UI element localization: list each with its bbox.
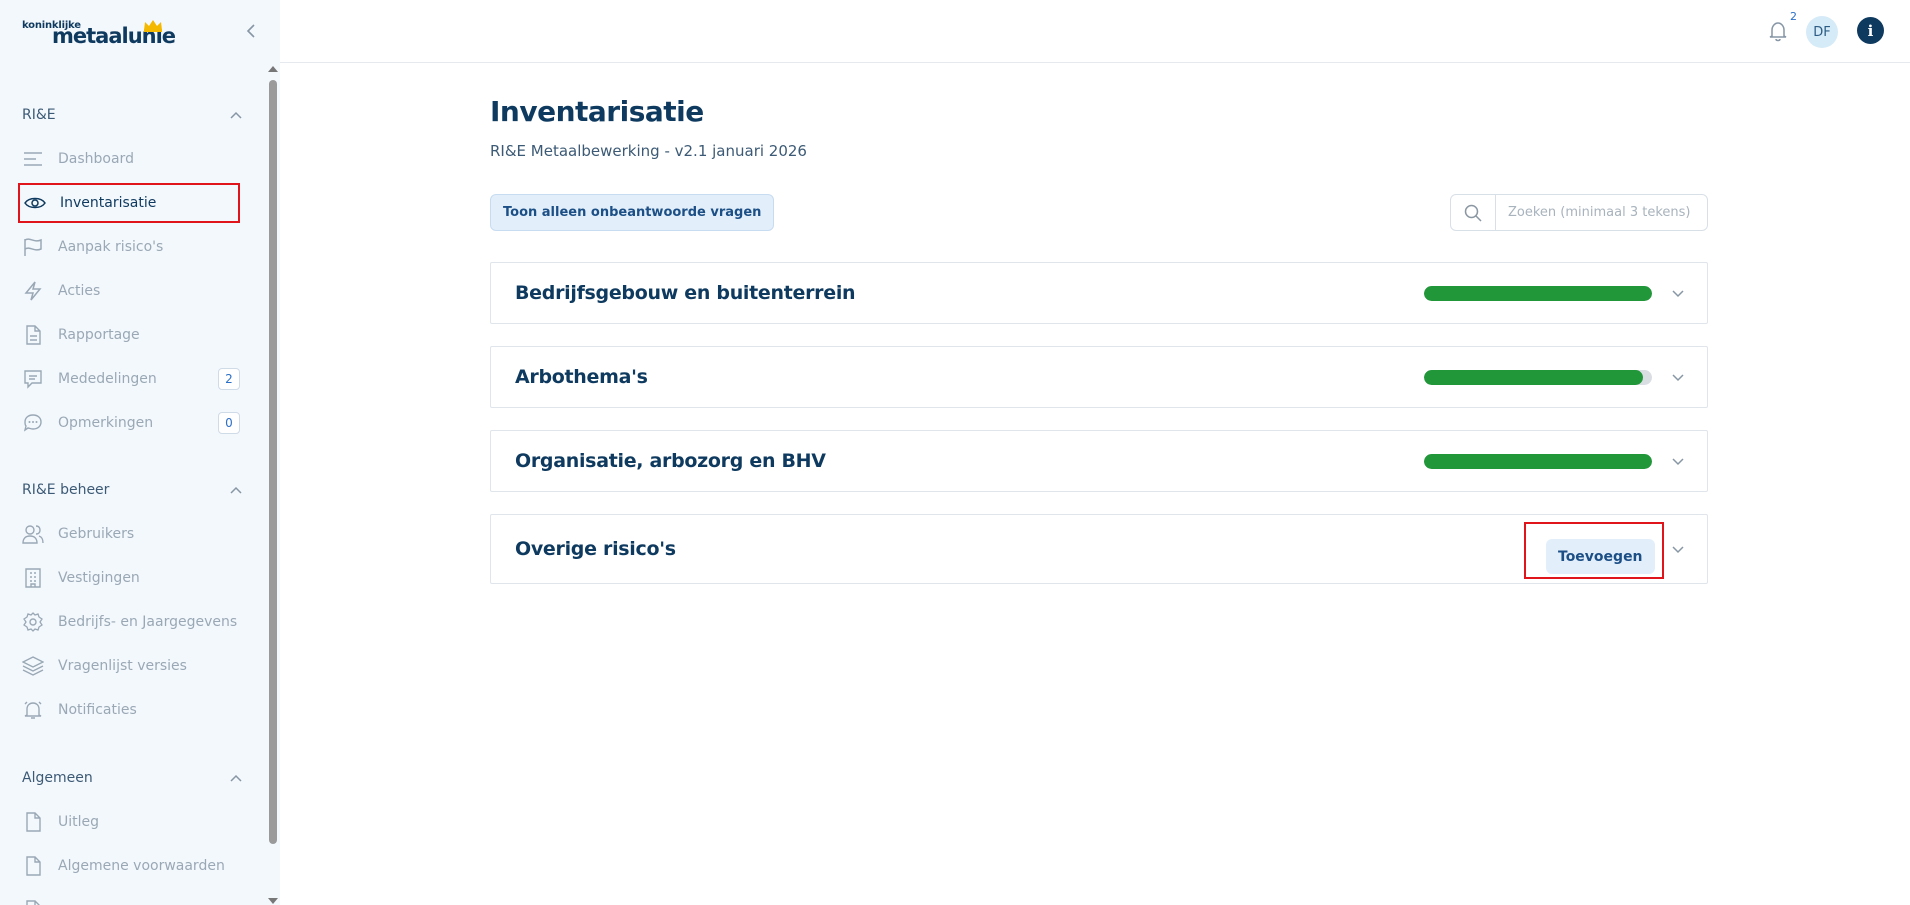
avatar[interactable]: DF — [1806, 16, 1838, 48]
sidebar-item-label: Acties — [58, 283, 101, 299]
chevron-up-icon — [230, 486, 242, 494]
bell-icon — [22, 699, 44, 721]
search-input[interactable] — [1496, 195, 1707, 230]
section-title-ri-e: RI&E — [22, 107, 56, 123]
building-icon — [22, 567, 44, 589]
progress-fill — [1424, 370, 1643, 385]
gear-icon — [22, 611, 44, 633]
sidebar-item-label: Bedrijfs- en Jaargegevens — [58, 614, 238, 630]
sidebar-item-label: Gebruikers — [58, 526, 135, 542]
opmerkingen-count-badge: 0 — [218, 412, 240, 434]
info-button[interactable]: i — [1857, 17, 1884, 44]
sidebar-item-gebruikers[interactable]: Gebruikers — [18, 514, 240, 554]
message-icon — [22, 368, 44, 390]
section-title-ri-e-beheer: RI&E beheer — [22, 482, 110, 498]
category-card-organisatie[interactable]: Organisatie, arbozorg en BHV — [490, 430, 1708, 492]
category-title: Overige risico's — [515, 538, 676, 560]
sidebar-item-notificaties[interactable]: Notificaties — [18, 690, 240, 730]
category-card-arbothemas[interactable]: Arbothema's — [490, 346, 1708, 408]
search-icon — [1451, 195, 1496, 230]
category-progress-bar — [1424, 286, 1652, 301]
progress-fill — [1424, 454, 1652, 469]
category-progress-bar — [1424, 454, 1652, 469]
progress-fill — [1424, 286, 1652, 301]
sidebar-item-opmerkingen[interactable]: Opmerkingen 0 — [18, 403, 240, 443]
category-card-overige-risicos[interactable]: Overige risico's Toevoegen — [490, 514, 1708, 584]
add-risk-button[interactable]: Toevoegen — [1546, 539, 1655, 574]
sidebar-item-label: Inventarisatie — [60, 195, 157, 211]
sidebar-item-bedrijfs-en-jaargegevens[interactable]: Bedrijfs- en Jaargegevens — [18, 602, 240, 642]
section-algemeen[interactable]: Algemeen — [22, 766, 242, 790]
crown-icon — [144, 20, 162, 32]
category-title: Organisatie, arbozorg en BHV — [515, 450, 826, 472]
show-unanswered-button[interactable]: Toon alleen onbeantwoorde vragen — [490, 194, 775, 231]
category-progress-bar — [1424, 370, 1652, 385]
sidebar-scrollbar-thumb[interactable] — [269, 80, 277, 844]
sidebar-item-acties[interactable]: Acties — [18, 271, 240, 311]
sidebar-item-label: Rapportage — [58, 327, 140, 343]
comment-icon — [22, 412, 44, 434]
sidebar-item-label: Dashboard — [58, 151, 134, 167]
metaalunie-logo[interactable]: koninklijke metaalunie — [22, 18, 176, 48]
section-title-algemeen: Algemeen — [22, 770, 93, 786]
add-button-highlight: Toevoegen — [1524, 522, 1664, 579]
scroll-up-arrow[interactable] — [268, 66, 278, 72]
chevron-down-icon[interactable] — [1671, 373, 1685, 383]
file-icon — [22, 855, 44, 877]
users-icon — [22, 523, 44, 545]
chevron-up-icon — [230, 774, 242, 782]
lightning-icon — [22, 280, 44, 302]
file-icon — [22, 811, 44, 833]
layers-icon — [22, 655, 44, 677]
sidebar-item-label: Uitleg — [58, 814, 100, 830]
sidebar-item-label: Mededelingen — [58, 371, 157, 387]
page-title: Inventarisatie — [490, 95, 704, 128]
collapse-sidebar-button[interactable] — [240, 20, 262, 42]
sidebar-item-rapportage[interactable]: Rapportage — [18, 315, 240, 355]
sidebar-item-label: Aanpak risico's — [58, 239, 164, 255]
dashboard-icon — [22, 148, 44, 170]
chevron-down-icon[interactable] — [1671, 289, 1685, 299]
notifications-button[interactable] — [1768, 20, 1788, 42]
chevron-down-icon[interactable] — [1671, 457, 1685, 467]
sidebar-item-inventarisatie[interactable]: Inventarisatie — [18, 183, 240, 223]
chevron-up-icon — [230, 111, 242, 119]
chevron-down-icon[interactable] — [1671, 545, 1685, 555]
mededelingen-count-badge: 2 — [218, 368, 240, 390]
section-ri-e-beheer[interactable]: RI&E beheer — [22, 478, 242, 502]
document-icon — [22, 324, 44, 346]
sidebar-item-aanpak-risicos[interactable]: Aanpak risico's — [18, 227, 240, 267]
scroll-down-arrow[interactable] — [268, 898, 278, 904]
sidebar: koninklijke metaalunie RI&E Dashboard In… — [0, 0, 280, 905]
flag-icon — [22, 236, 44, 258]
category-title: Bedrijfsgebouw en buitenterrein — [515, 282, 856, 304]
category-title: Arbothema's — [515, 366, 648, 388]
bell-icon — [1769, 22, 1787, 42]
file-icon — [22, 899, 44, 905]
sidebar-item-vragenlijst-versies[interactable]: Vragenlijst versies — [18, 646, 240, 686]
sidebar-item-label: Vestigingen — [58, 570, 140, 586]
eye-icon — [24, 192, 46, 214]
sidebar-item-label: Vragenlijst versies — [58, 658, 187, 674]
topbar — [280, 0, 1910, 63]
chevron-left-icon — [246, 24, 255, 38]
sidebar-item-label: Algemene voorwaarden — [58, 858, 225, 874]
sidebar-item-uitleg[interactable]: Uitleg — [18, 802, 240, 842]
notification-count: 2 — [1790, 10, 1797, 23]
sidebar-item-dashboard[interactable]: Dashboard — [18, 139, 240, 179]
sidebar-item-label: Notificaties — [58, 702, 137, 718]
sidebar-item-partial[interactable] — [18, 890, 240, 905]
sidebar-item-label: Opmerkingen — [58, 415, 154, 431]
search-box — [1450, 194, 1708, 231]
page-subtitle: RI&E Metaalbewerking - v2.1 januari 2026 — [490, 142, 807, 160]
sidebar-item-algemene-voorwaarden[interactable]: Algemene voorwaarden — [18, 846, 240, 886]
section-ri-e[interactable]: RI&E — [22, 103, 242, 127]
sidebar-item-vestigingen[interactable]: Vestigingen — [18, 558, 240, 598]
category-card-bedrijfsgebouw[interactable]: Bedrijfsgebouw en buitenterrein — [490, 262, 1708, 324]
sidebar-item-mededelingen[interactable]: Mededelingen 2 — [18, 359, 240, 399]
